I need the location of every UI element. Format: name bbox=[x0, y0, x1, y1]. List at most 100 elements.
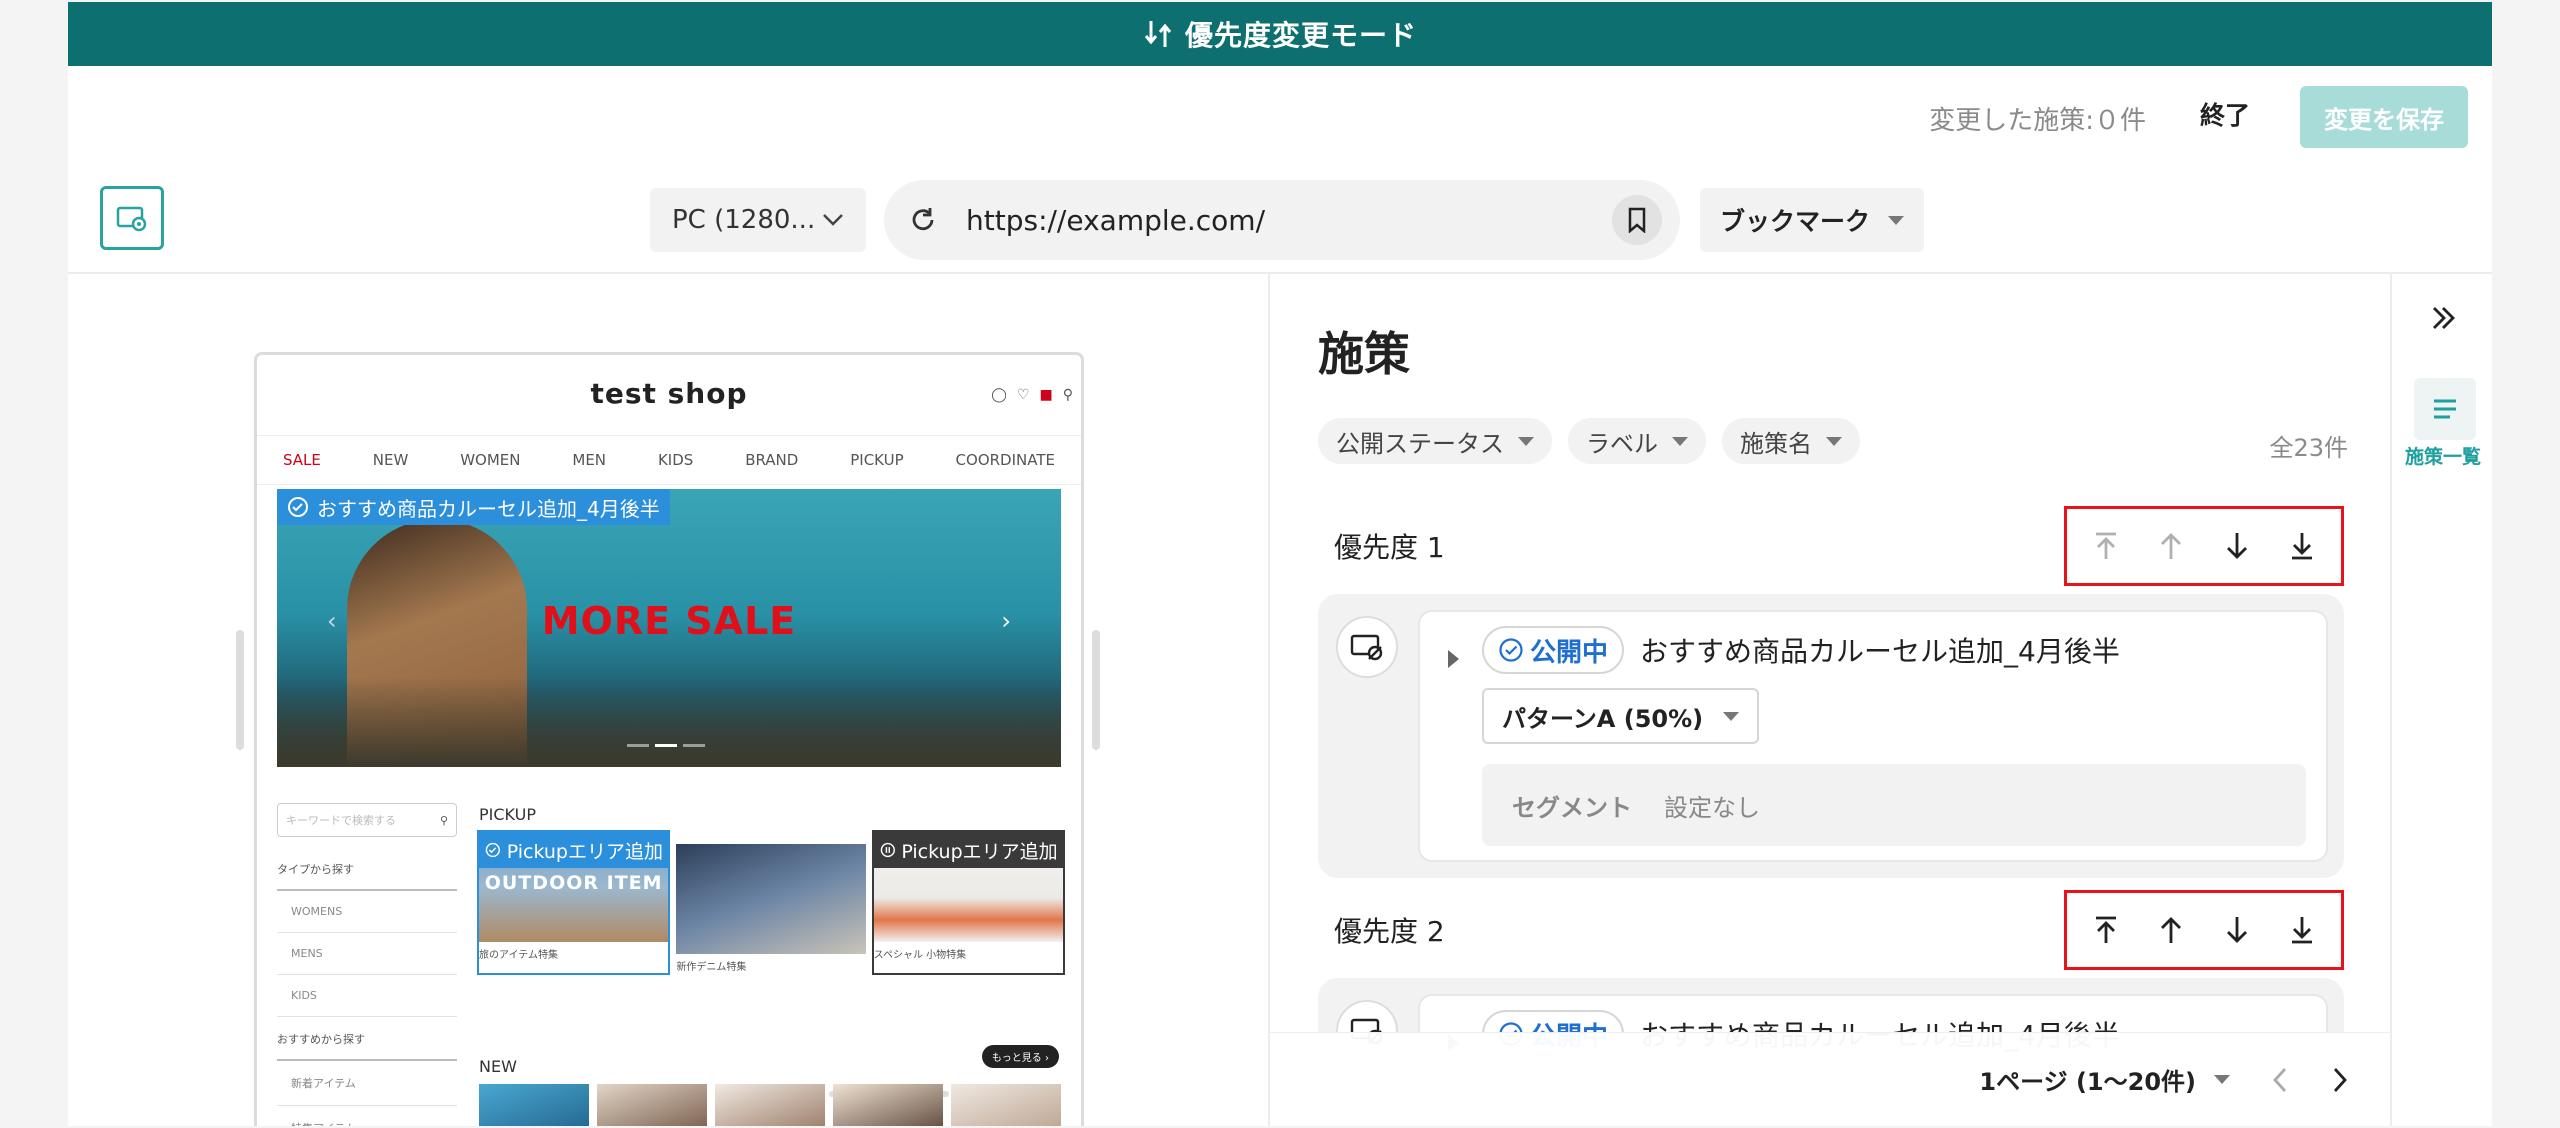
new-thumbnails bbox=[479, 1084, 1063, 1126]
move-to-bottom-button[interactable] bbox=[2278, 906, 2326, 954]
campaign-panel: 施策 公開ステータス ラベル 施策名 全23件 優先度 1 公開中 おすすめ商品… bbox=[1268, 274, 2390, 1126]
move-to-top-button[interactable] bbox=[2082, 906, 2130, 954]
product-thumb[interactable] bbox=[715, 1084, 825, 1126]
resize-handle-left[interactable] bbox=[236, 630, 244, 750]
page-select-value: 1ページ (1～20件) bbox=[1979, 1068, 2196, 1096]
list-icon bbox=[2434, 399, 2456, 419]
chevron-down-icon bbox=[823, 214, 843, 226]
campaign-list-button[interactable] bbox=[2414, 378, 2476, 440]
status-text: 公開中 bbox=[1530, 637, 1609, 668]
arrow-to-bottom-icon bbox=[2292, 533, 2313, 560]
sidebar-rec-heading: おすすめから探す bbox=[277, 1017, 457, 1061]
tile-caption: 新作デニム特集 bbox=[676, 962, 747, 973]
shop-header-icons: ◯ ♡ ■ ⚲ bbox=[991, 387, 1073, 403]
caret-down-icon bbox=[2214, 1075, 2230, 1084]
nav-item-sale[interactable]: SALE bbox=[283, 451, 321, 469]
move-up-button[interactable] bbox=[2147, 522, 2195, 570]
account-icon[interactable]: ◯ bbox=[991, 387, 1007, 403]
campaign-overlay-text: Pickupエリア追加 bbox=[901, 840, 1058, 863]
pattern-select[interactable]: パターンA (50%) bbox=[1482, 688, 1760, 744]
sidebar-item-feature[interactable]: 特集アイテム bbox=[277, 1106, 457, 1126]
sidebar-item-new[interactable]: 新着アイテム bbox=[277, 1061, 457, 1106]
preview-hidden-button[interactable] bbox=[1336, 616, 1398, 678]
arrow-to-bottom-icon bbox=[2292, 917, 2313, 944]
sidebar-item-womens[interactable]: WOMENS bbox=[277, 891, 457, 933]
cart-icon[interactable]: ■ bbox=[1040, 387, 1053, 403]
move-down-button[interactable] bbox=[2213, 522, 2261, 570]
expand-toggle-icon[interactable] bbox=[1448, 650, 1459, 668]
arrow-down-icon bbox=[2226, 533, 2247, 559]
pause-circle-icon bbox=[880, 842, 895, 858]
product-thumb[interactable] bbox=[951, 1084, 1061, 1126]
add-bookmark-button[interactable] bbox=[1612, 195, 1662, 245]
pickup-tile[interactable]: OUTDOOR ITEM 旅のアイテム特集 Pickupエリア追加 bbox=[476, 830, 671, 975]
url-input[interactable]: https://example.com/ bbox=[966, 204, 1612, 237]
nav-item-coordinate[interactable]: COORDINATE bbox=[956, 451, 1055, 469]
move-controls bbox=[2064, 890, 2344, 970]
page-select[interactable]: 1ページ (1～20件) bbox=[1979, 1062, 2230, 1097]
bookmark-dropdown-label: ブックマーク bbox=[1719, 207, 1870, 236]
preview-toggle-button[interactable] bbox=[100, 186, 164, 250]
move-to-top-button[interactable] bbox=[2082, 522, 2130, 570]
status-badge: 公開中 bbox=[1482, 626, 1625, 674]
move-to-bottom-button[interactable] bbox=[2278, 522, 2326, 570]
device-select[interactable]: PC (1280... bbox=[650, 188, 866, 252]
site-preview-area: test shop ◯ ♡ ■ ⚲ SALE NEW WOMEN MEN KID… bbox=[68, 274, 1268, 1126]
url-bar: https://example.com/ bbox=[884, 180, 1680, 260]
product-thumb[interactable] bbox=[597, 1084, 707, 1126]
nav-item-women[interactable]: WOMEN bbox=[460, 451, 520, 469]
product-thumb[interactable] bbox=[479, 1084, 589, 1126]
shop-title: test shop bbox=[590, 377, 748, 410]
exit-button[interactable]: 終了 bbox=[2200, 96, 2250, 132]
shop-search-placeholder: キーワードで検索する bbox=[286, 814, 396, 827]
prev-page-icon[interactable] bbox=[2270, 1066, 2290, 1094]
sidebar-item-kids[interactable]: KIDS bbox=[277, 975, 457, 1017]
bookmark-dropdown[interactable]: ブックマーク bbox=[1700, 188, 1924, 252]
campaign-card-wrapper: 公開中 おすすめ商品カルーセル追加_4月後半 パターンA (50%) セグメント… bbox=[1318, 594, 2344, 878]
shop-nav: SALE NEW WOMEN MEN KIDS BRAND PICKUP COO… bbox=[257, 435, 1081, 485]
filter-label[interactable]: ラベル bbox=[1568, 418, 1706, 464]
nav-item-new[interactable]: NEW bbox=[373, 451, 409, 469]
resize-handle-right[interactable] bbox=[1092, 630, 1100, 750]
device-select-value: PC (1280... bbox=[672, 205, 816, 235]
caret-down-icon bbox=[1888, 215, 1904, 225]
carousel-next-icon[interactable]: › bbox=[1001, 607, 1011, 635]
pickup-tile[interactable]: スペシャル 小物特集 Pickupエリア追加 bbox=[871, 830, 1065, 975]
pickup-title: PICKUP bbox=[479, 805, 536, 824]
move-up-button[interactable] bbox=[2147, 906, 2195, 954]
filter-name[interactable]: 施策名 bbox=[1722, 418, 1860, 464]
campaign-overlay-label[interactable]: Pickupエリア追加 bbox=[479, 832, 669, 868]
nav-item-kids[interactable]: KIDS bbox=[658, 451, 693, 469]
product-thumb[interactable] bbox=[833, 1084, 943, 1126]
search-icon[interactable]: ⚲ bbox=[1063, 387, 1073, 403]
heart-icon[interactable]: ♡ bbox=[1017, 387, 1030, 403]
shop-search-input[interactable]: キーワードで検索する ⚲ bbox=[277, 803, 457, 837]
arrow-up-icon bbox=[2161, 917, 2182, 943]
hero-carousel[interactable]: MORE SALE ‹ › おすすめ商品カルーセル追加_4月後半 bbox=[277, 489, 1061, 767]
campaign-card[interactable]: 公開中 おすすめ商品カルーセル追加_4月後半 パターンA (50%) セグメント… bbox=[1418, 610, 2328, 862]
check-circle-icon bbox=[485, 842, 500, 858]
pickup-tile[interactable]: 新作デニム特集 bbox=[676, 832, 866, 973]
campaign-overlay-label[interactable]: おすすめ商品カルーセル追加_4月後半 bbox=[277, 489, 670, 525]
tile-overlay-text: OUTDOOR ITEM bbox=[484, 872, 663, 894]
campaign-overlay-label[interactable]: Pickupエリア追加 bbox=[873, 832, 1064, 868]
filter-status[interactable]: 公開ステータス bbox=[1318, 418, 1552, 464]
carousel-prev-icon[interactable]: ‹ bbox=[327, 607, 337, 635]
nav-item-men[interactable]: MEN bbox=[572, 451, 606, 469]
check-circle-icon bbox=[288, 497, 308, 517]
nav-item-brand[interactable]: BRAND bbox=[745, 451, 798, 469]
filter-label-label: ラベル bbox=[1586, 429, 1658, 458]
sidebar-item-mens[interactable]: MENS bbox=[277, 933, 457, 975]
nav-item-pickup[interactable]: PICKUP bbox=[850, 451, 903, 469]
save-changes-button[interactable]: 変更を保存 bbox=[2300, 86, 2468, 148]
pickup-section: PICKUP OUTDOOR ITEM 旅のアイテム特集 Pickupエリア追加 bbox=[476, 805, 1065, 1097]
collapse-panel-icon[interactable] bbox=[2428, 304, 2458, 332]
tile-caption: 旅のアイテム特集 bbox=[479, 950, 558, 961]
arrow-to-top-icon bbox=[2095, 916, 2116, 943]
pagination: 1ページ (1～20件) bbox=[1270, 1032, 2390, 1126]
next-page-icon[interactable] bbox=[2330, 1066, 2350, 1094]
new-section: NEW bbox=[479, 1057, 1063, 1126]
reload-icon[interactable] bbox=[908, 205, 938, 235]
preview-eye-icon bbox=[116, 206, 147, 232]
move-down-button[interactable] bbox=[2213, 906, 2261, 954]
